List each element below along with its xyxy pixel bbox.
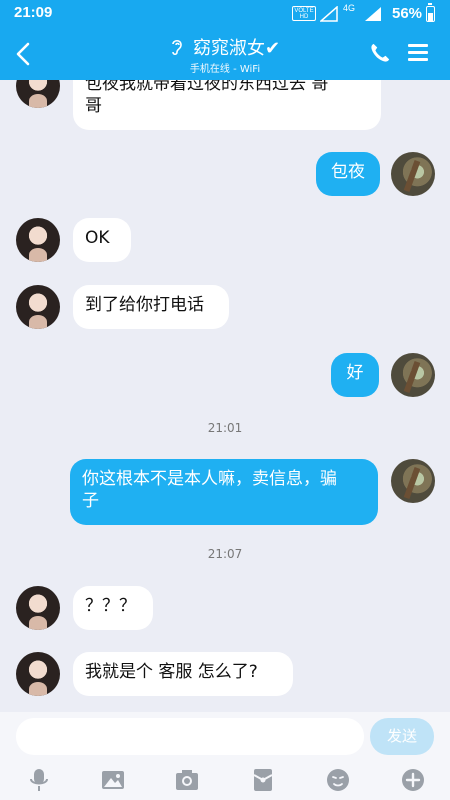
- status-bar: 21:09 VOLTE HD 4G 56%: [0, 0, 450, 28]
- ear-icon: [172, 39, 182, 56]
- outgoing-message[interactable]: 包夜: [316, 152, 380, 196]
- send-button[interactable]: 发送: [370, 718, 434, 755]
- message-input[interactable]: [16, 718, 364, 755]
- emoji-icon[interactable]: [325, 767, 351, 793]
- network-type: 4G: [343, 3, 356, 13]
- battery-level: 56%: [392, 5, 423, 22]
- signal-strength-icon: [365, 7, 381, 21]
- chat-header: 窈窕淑女✔ 手机在线 - WiFi: [0, 28, 450, 80]
- timestamp: 21:01: [207, 421, 243, 435]
- contact-avatar[interactable]: [16, 586, 60, 630]
- outgoing-message[interactable]: 好: [331, 353, 379, 397]
- incoming-message[interactable]: 包夜我就带着过夜的东西过去 哥 哥: [73, 80, 381, 130]
- my-avatar[interactable]: [391, 353, 435, 397]
- input-bar: 发送: [0, 712, 450, 762]
- my-avatar[interactable]: [391, 152, 435, 196]
- red-packet-icon[interactable]: [250, 767, 276, 793]
- contact-avatar[interactable]: [16, 652, 60, 696]
- incoming-message[interactable]: ？？？: [73, 586, 153, 630]
- plus-icon[interactable]: [400, 767, 426, 793]
- image-icon[interactable]: [100, 767, 126, 793]
- signal-icon: [320, 6, 338, 22]
- input-toolbar: [0, 762, 450, 800]
- volte-icon: VOLTE HD: [292, 6, 316, 21]
- outgoing-message[interactable]: 你这根本不是本人嘛，卖信息，骗 子: [70, 459, 378, 525]
- incoming-message[interactable]: 我就是个 客服 怎么了?: [73, 652, 293, 696]
- status-time: 21:09: [14, 4, 53, 21]
- chat-area[interactable]: 包夜我就带着过夜的东西过去 哥 哥 包夜 OK 到了给你打电话 好 21:01 …: [0, 80, 450, 712]
- microphone-icon[interactable]: [26, 767, 52, 793]
- contact-name: 窈窕淑女✔: [193, 38, 281, 59]
- menu-icon[interactable]: [408, 43, 430, 63]
- camera-icon[interactable]: [174, 767, 200, 793]
- incoming-message[interactable]: 到了给你打电话: [73, 285, 229, 329]
- timestamp: 21:07: [207, 547, 243, 561]
- my-avatar[interactable]: [391, 459, 435, 503]
- battery-icon: [426, 3, 435, 22]
- contact-avatar[interactable]: [16, 285, 60, 329]
- incoming-message[interactable]: OK: [73, 218, 131, 262]
- phone-icon[interactable]: [369, 42, 391, 64]
- contact-avatar[interactable]: [16, 80, 60, 108]
- contact-avatar[interactable]: [16, 218, 60, 262]
